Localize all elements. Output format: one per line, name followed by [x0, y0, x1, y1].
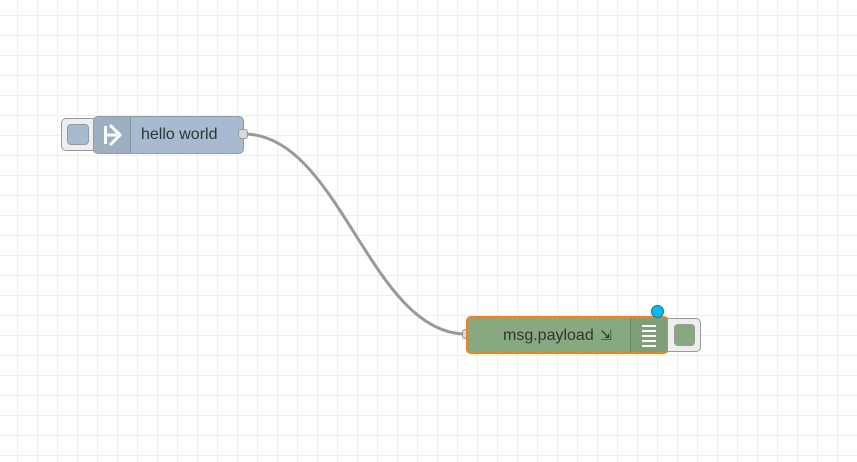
inject-arrow-icon	[94, 117, 131, 153]
debug-output-target-icon: ⇲	[600, 327, 612, 343]
wire-layer	[242, 132, 468, 336]
inject-node[interactable]: hello world	[93, 116, 244, 154]
debug-node-label-text: msg.payload	[503, 327, 594, 344]
debug-toggle-button[interactable]	[667, 318, 701, 352]
inject-trigger-button[interactable]	[61, 118, 95, 151]
debug-node-label: msg.payload ⇲	[503, 317, 612, 353]
node-changed-badge	[651, 305, 664, 318]
flow-workspace[interactable]: hello world msg.payload ⇲	[0, 0, 857, 462]
debug-node[interactable]: msg.payload ⇲	[466, 316, 669, 354]
inject-output-port[interactable]	[238, 129, 248, 139]
inject-node-label: hello world	[141, 126, 218, 143]
debug-list-icon	[630, 318, 667, 352]
debug-toggle-button-fill	[674, 324, 695, 346]
inject-trigger-button-fill	[67, 124, 89, 145]
wire-inject-to-debug[interactable]	[242, 132, 468, 336]
